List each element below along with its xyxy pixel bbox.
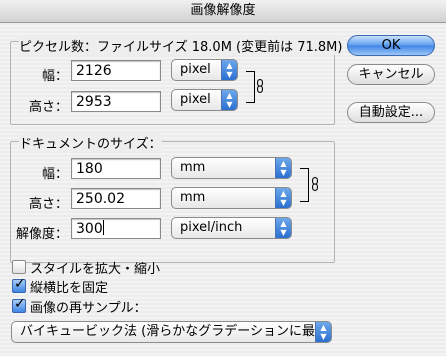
up-down-arrows-icon: ▲ ▼ [221,60,237,80]
document-height-unit-label: mm [180,190,206,205]
pixel-width-label: 幅： [41,69,68,84]
constrain-proportions-checkbox[interactable]: ✓ [12,276,26,293]
document-width-label: 幅： [41,167,68,182]
pixel-width-unit-label: pixel [180,62,211,77]
text-caret [102,220,104,235]
resolution-field[interactable]: 300 [71,218,161,239]
checkmark-icon: ✓ [14,276,26,292]
up-down-arrows-icon: ▲ ▼ [221,90,237,110]
resolution-unit-label: pixel/inch [180,220,243,235]
resample-method-label: バイキュービック法 (滑らかなグラデーションに最適) [20,324,332,339]
auto-button[interactable]: 自動設定... [347,102,435,123]
scale-styles-checkbox[interactable] [12,260,26,274]
dialog-content: ピクセル数：ファイルサイズ 18.0M (変更前は 71.8M) 幅： 2126… [0,23,446,356]
checkmark-icon: ✓ [14,296,26,312]
pixel-link-bracket [246,71,255,103]
cancel-button[interactable]: キャンセル [347,64,435,85]
resample-label[interactable]: 画像の再サンプル： [30,297,147,316]
up-down-arrows-icon: ▲ ▼ [275,218,291,238]
scale-styles-label[interactable]: スタイルを拡大・縮小 [30,258,160,277]
chain-link-icon [312,176,318,191]
resolution-unit-popup[interactable]: pixel/inch ▲ ▼ [171,217,292,239]
document-width-field[interactable]: 180 [71,158,161,179]
document-height-unit-popup[interactable]: mm ▲ ▼ [171,187,292,209]
constrain-proportions-label[interactable]: 縦横比を固定 [30,277,108,296]
resample-method-popup[interactable]: バイキュービック法 (滑らかなグラデーションに最適) ▲ ▼ [11,321,332,343]
pixel-height-label: 高さ： [28,100,68,115]
up-down-arrows-icon: ▲ ▼ [275,158,291,178]
document-height-field[interactable]: 250.02 [71,188,161,209]
pixel-height-unit-label: pixel [180,92,211,107]
window-title: 画像解像度 [0,0,446,23]
document-width-unit-popup[interactable]: mm ▲ ▼ [171,157,292,179]
up-down-arrows-icon: ▲ ▼ [275,188,291,208]
resolution-label: 解像度： [15,227,68,242]
pixel-dimensions-heading: ピクセル数：ファイルサイズ 18.0M (変更前は 71.8M) [19,36,343,55]
resample-checkbox[interactable]: ✓ [12,296,26,313]
ok-button[interactable]: OK [347,35,435,56]
pixel-height-unit-popup[interactable]: pixel ▲ ▼ [171,89,238,111]
pixel-height-field[interactable]: 2953 [71,91,161,112]
up-down-arrows-icon: ▲ ▼ [315,322,331,342]
document-height-label: 高さ： [28,197,68,212]
pixel-width-field[interactable]: 2126 [71,60,161,81]
chain-link-icon [257,78,263,93]
pixel-width-unit-popup[interactable]: pixel ▲ ▼ [171,59,238,81]
document-size-heading: ドキュメントのサイズ： [19,133,162,152]
document-width-unit-label: mm [180,160,206,175]
resolution-value: 300 [76,221,103,237]
document-link-bracket [300,168,309,202]
